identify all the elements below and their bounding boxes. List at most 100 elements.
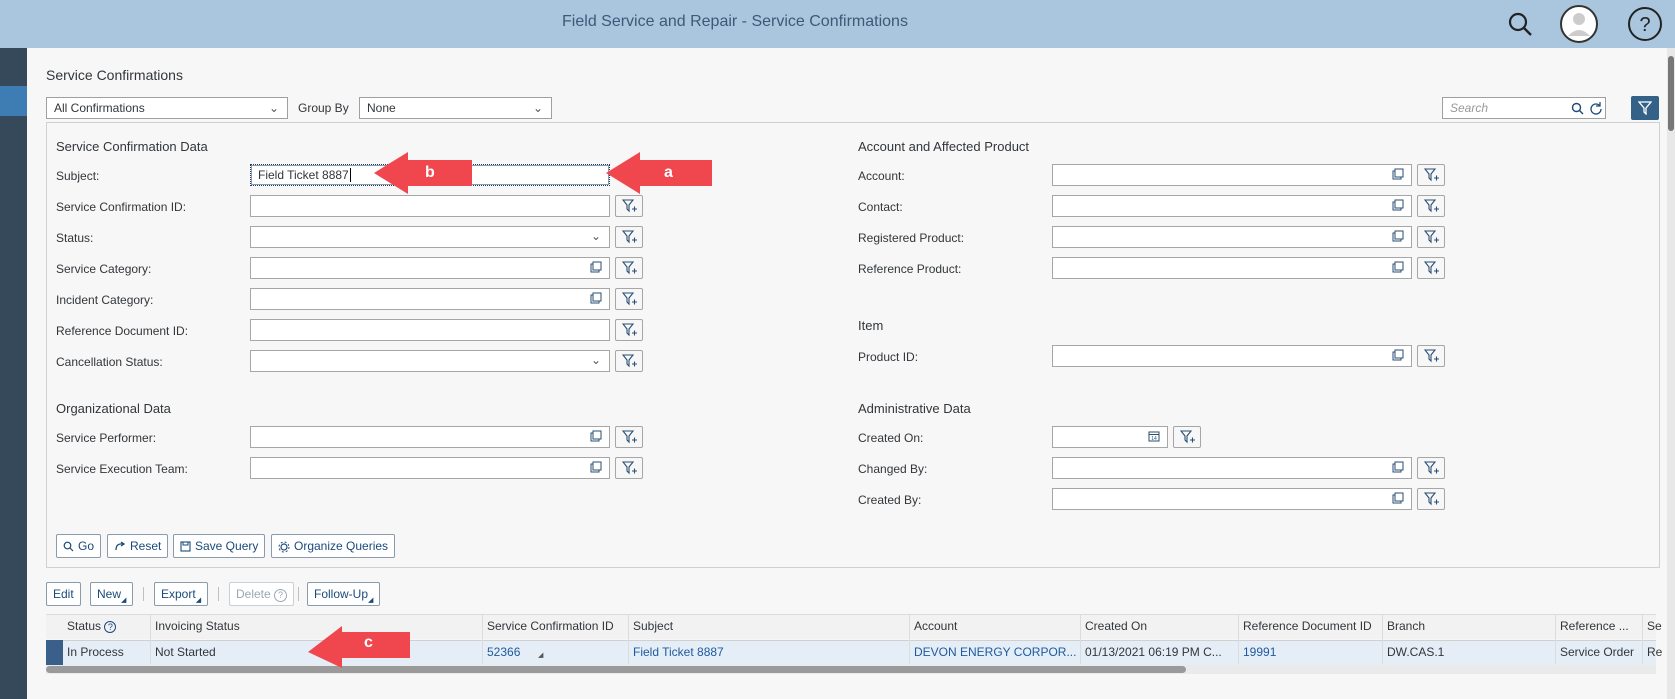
- add-filter-button[interactable]: [1417, 164, 1445, 186]
- value-help-icon[interactable]: [1392, 168, 1404, 180]
- registered-product-input[interactable]: [1052, 226, 1412, 248]
- created-by-input[interactable]: [1052, 488, 1412, 510]
- product-id-label: Product ID:: [858, 350, 919, 364]
- add-filter-button[interactable]: [1173, 426, 1201, 448]
- search-input[interactable]: Search: [1442, 97, 1606, 119]
- cell-account-link[interactable]: DEVON ENERGY CORPOR...: [914, 645, 1076, 659]
- dropdown-corner-icon[interactable]: ◢: [538, 651, 543, 659]
- registered-product-label: Registered Product:: [858, 231, 965, 245]
- incident-category-input[interactable]: [250, 288, 610, 310]
- column-header-service-confirmation-id[interactable]: Service Confirmation ID: [487, 619, 614, 633]
- value-help-icon[interactable]: [1392, 261, 1404, 273]
- value-help-icon[interactable]: [590, 261, 602, 273]
- value-help-icon[interactable]: [590, 461, 602, 473]
- add-filter-button[interactable]: [615, 426, 643, 448]
- follow-up-label: Follow-Up: [314, 587, 369, 601]
- calendar-icon[interactable]: 14: [1148, 430, 1160, 442]
- edit-button[interactable]: Edit: [46, 582, 81, 606]
- status-label: Status:: [56, 231, 94, 245]
- add-filter-button[interactable]: [1417, 488, 1445, 510]
- add-filter-button[interactable]: [615, 319, 643, 341]
- view-select[interactable]: All Confirmations ⌄: [46, 97, 288, 119]
- value-help-icon[interactable]: [1392, 461, 1404, 473]
- cell-reference-document-id-link[interactable]: 19991: [1243, 645, 1276, 659]
- reference-product-input[interactable]: [1052, 257, 1412, 279]
- contact-input[interactable]: [1052, 195, 1412, 217]
- scrollbar-thumb[interactable]: [46, 666, 1186, 673]
- search-icon[interactable]: [1503, 8, 1537, 42]
- chevron-down-icon: ⌄: [590, 353, 601, 367]
- column-header-created-on[interactable]: Created On: [1085, 619, 1147, 633]
- add-filter-button[interactable]: [1417, 257, 1445, 279]
- column-header-subject[interactable]: Subject: [633, 619, 673, 633]
- value-help-icon[interactable]: [1392, 199, 1404, 211]
- service-performer-input[interactable]: [250, 426, 610, 448]
- add-filter-button[interactable]: [615, 457, 643, 479]
- product-id-input[interactable]: [1052, 345, 1412, 367]
- column-header-reference-document-id[interactable]: Reference Document ID: [1243, 619, 1372, 633]
- add-filter-button[interactable]: [1417, 457, 1445, 479]
- cell-subject-link[interactable]: Field Ticket 8887: [633, 645, 724, 659]
- save-query-button[interactable]: Save Query: [173, 534, 266, 558]
- add-filter-button[interactable]: [615, 350, 643, 372]
- follow-up-button[interactable]: Follow-Up◢: [307, 582, 381, 606]
- value-help-icon[interactable]: [590, 292, 602, 304]
- export-button[interactable]: Export◢: [154, 582, 209, 606]
- go-button[interactable]: Go: [56, 534, 102, 558]
- value-help-icon[interactable]: [590, 430, 602, 442]
- left-navigation: [0, 48, 27, 699]
- reset-icon: [115, 541, 126, 551]
- add-filter-button[interactable]: [1417, 345, 1445, 367]
- add-filter-button[interactable]: [615, 226, 643, 248]
- reference-document-id-input[interactable]: [250, 319, 610, 341]
- delete-button[interactable]: Delete ?: [229, 582, 295, 606]
- column-header-reference[interactable]: Reference ...: [1560, 619, 1629, 633]
- export-label: Export: [161, 587, 196, 601]
- service-confirmation-id-input[interactable]: [250, 195, 610, 217]
- help-icon[interactable]: ?: [104, 621, 117, 633]
- cell-service-confirmation-id-link[interactable]: 52366: [487, 645, 520, 659]
- status-select[interactable]: ⌄: [250, 226, 610, 248]
- toolbar-separator: [143, 587, 144, 601]
- account-input[interactable]: [1052, 164, 1412, 186]
- toolbar-separator: [218, 587, 219, 601]
- organize-queries-button[interactable]: Organize Queries: [271, 534, 396, 558]
- cancellation-status-select[interactable]: ⌄: [250, 350, 610, 372]
- row-selector[interactable]: [46, 640, 63, 665]
- horizontal-scrollbar[interactable]: [46, 665, 1656, 674]
- go-label: Go: [78, 539, 95, 553]
- help-icon[interactable]: ?: [1626, 5, 1664, 43]
- left-nav-selected-item[interactable]: [0, 86, 27, 116]
- search-icon[interactable]: [1571, 102, 1584, 115]
- add-filter-button[interactable]: [615, 195, 643, 217]
- column-header-status[interactable]: Status ?: [67, 619, 117, 633]
- toolbar-separator: [298, 587, 299, 601]
- created-on-date-input[interactable]: 14: [1052, 426, 1168, 448]
- filter-toggle-button[interactable]: [1631, 96, 1659, 120]
- changed-by-input[interactable]: [1052, 457, 1412, 479]
- add-filter-button[interactable]: [1417, 226, 1445, 248]
- reset-button[interactable]: Reset: [107, 534, 169, 558]
- add-filter-button[interactable]: [615, 257, 643, 279]
- add-filter-button[interactable]: [615, 288, 643, 310]
- delete-label: Delete: [236, 587, 271, 601]
- service-category-input[interactable]: [250, 257, 610, 279]
- column-header-invoicing-status[interactable]: Invoicing Status: [155, 619, 240, 633]
- filter-add-icon: [622, 430, 637, 444]
- user-avatar-icon[interactable]: [1559, 4, 1599, 44]
- column-header-se[interactable]: Se: [1647, 619, 1662, 633]
- column-header-branch[interactable]: Branch: [1387, 619, 1425, 633]
- value-help-icon[interactable]: [1392, 492, 1404, 504]
- vertical-scrollbar[interactable]: [1667, 48, 1675, 699]
- svg-text:14: 14: [1151, 436, 1157, 442]
- view-select-value: All Confirmations: [54, 101, 145, 115]
- value-help-icon[interactable]: [1392, 349, 1404, 361]
- refresh-icon[interactable]: [1589, 101, 1603, 115]
- add-filter-button[interactable]: [1417, 195, 1445, 217]
- service-execution-team-input[interactable]: [250, 457, 610, 479]
- value-help-icon[interactable]: [1392, 230, 1404, 242]
- column-header-account[interactable]: Account: [914, 619, 957, 633]
- annotation-arrow-a: [606, 152, 712, 194]
- group-by-select[interactable]: None ⌄: [359, 97, 552, 119]
- new-button[interactable]: New◢: [90, 582, 134, 606]
